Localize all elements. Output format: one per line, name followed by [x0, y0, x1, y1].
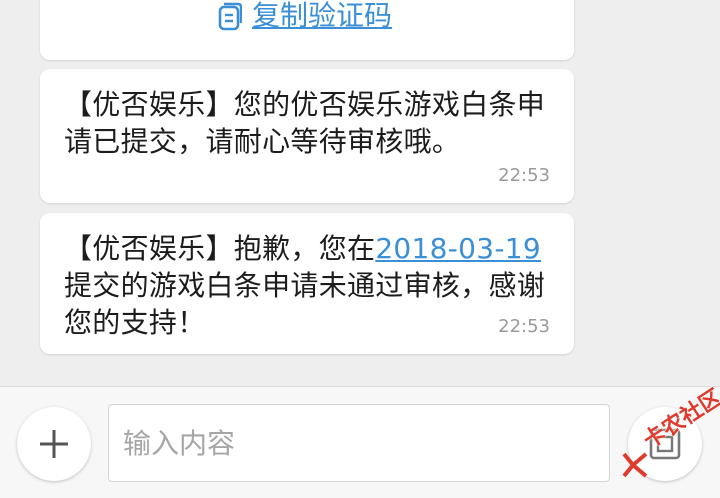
plus-icon	[40, 430, 68, 458]
message-timestamp: 22:53	[498, 316, 550, 337]
copy-code-link[interactable]: 复制验证码	[252, 0, 392, 36]
message-input[interactable]	[109, 405, 609, 481]
message-bubble-verification: 复制验证码	[40, 0, 574, 60]
composer-bar	[0, 387, 720, 498]
date-link[interactable]: 2018-03-19	[375, 232, 541, 265]
copy-code-action[interactable]: 复制验证码	[218, 0, 392, 36]
message-text: 【优否娱乐】抱歉，您在2018-03-19 提交的游戏白条申请未通过审核，感谢您的…	[64, 230, 560, 341]
message-text: 【优否娱乐】您的优否娱乐游戏白条申请已提交，请耐心等待审核哦。	[64, 88, 546, 158]
message-thread[interactable]: 复制验证码 【优否娱乐】您的优否娱乐游戏白条申请已提交，请耐心等待审核哦。 22…	[0, 0, 720, 386]
message-bubble[interactable]: 【优否娱乐】抱歉，您在2018-03-19 提交的游戏白条申请未通过审核，感谢您的…	[40, 213, 574, 354]
send-icon	[649, 428, 681, 460]
message-bubble[interactable]: 【优否娱乐】您的优否娱乐游戏白条申请已提交，请耐心等待审核哦。 22:53	[40, 69, 574, 203]
add-attachment-button[interactable]	[17, 407, 91, 481]
message-text-before: 【优否娱乐】抱歉，您在	[64, 232, 376, 265]
send-button[interactable]	[628, 407, 702, 481]
message-input-field[interactable]	[108, 404, 610, 482]
copy-icon	[218, 2, 242, 31]
message-timestamp: 22:53	[498, 165, 550, 186]
message-text-after: 提交的游戏白条申请未通过审核，感谢您的支持！	[64, 269, 546, 339]
